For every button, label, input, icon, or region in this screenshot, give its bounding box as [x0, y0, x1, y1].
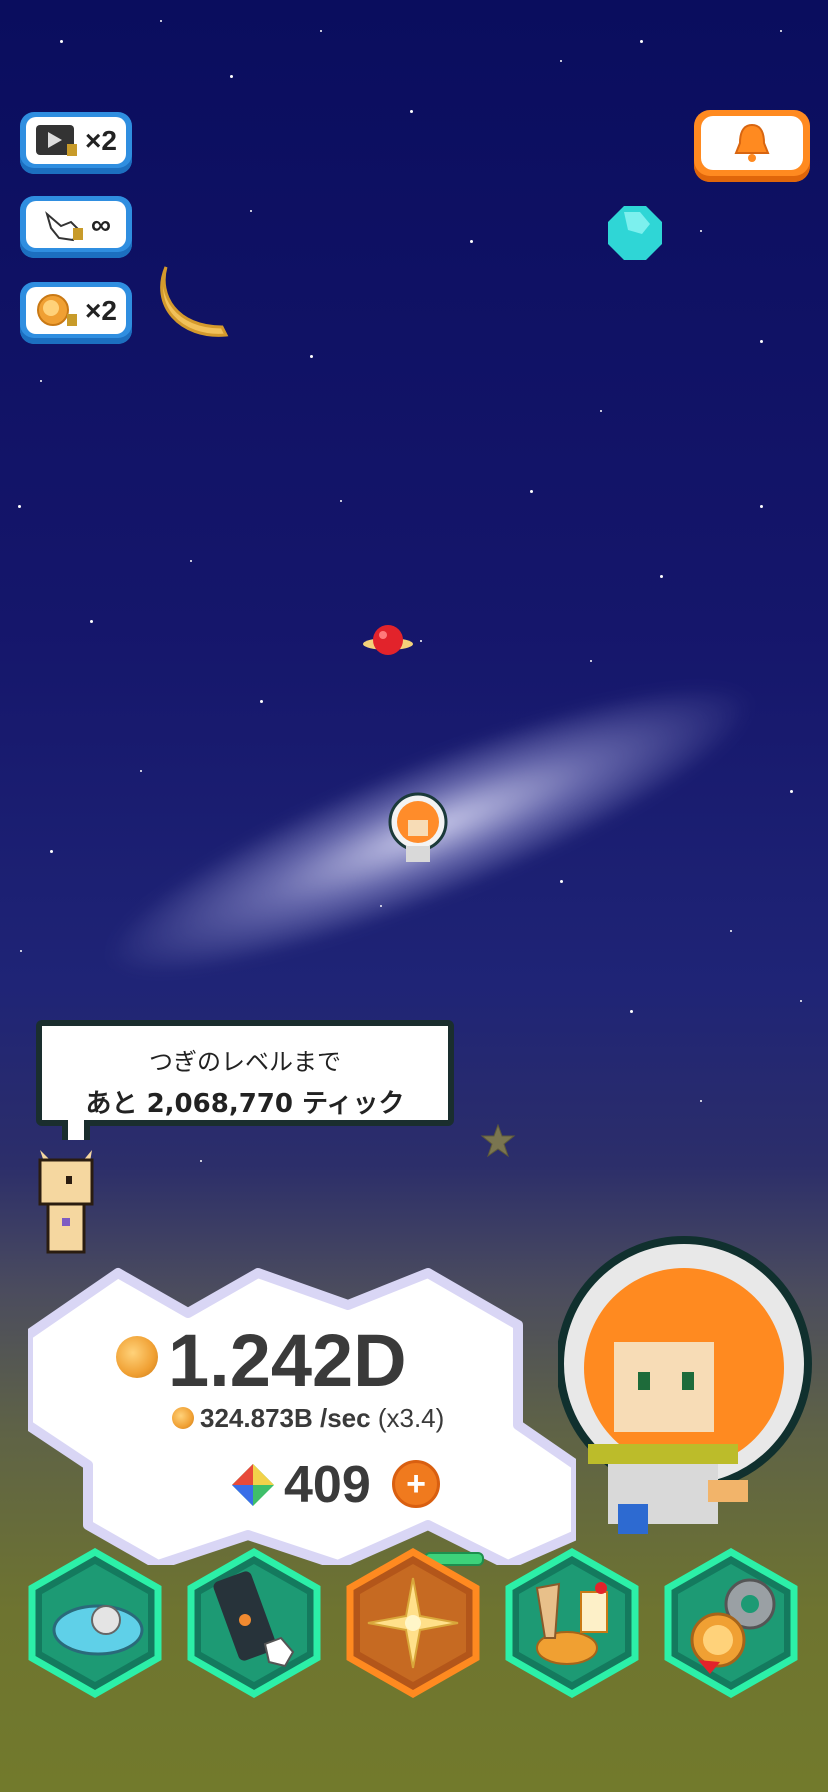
spaceship-icon [52, 1604, 144, 1656]
coin-small-icon [172, 1407, 194, 1429]
coin-boost-icon [35, 293, 79, 328]
bell-icon [734, 123, 770, 162]
video-ad-icon [35, 124, 79, 158]
coin-rate: 324.873B /sec (x3.4) [200, 1403, 444, 1434]
rainbow-gem-icon [232, 1464, 274, 1506]
boost-tap[interactable]: ∞ [20, 196, 132, 258]
notification-button[interactable] [694, 110, 810, 182]
boost-coin[interactable]: ×2 [20, 282, 132, 344]
boost-coin-value: ×2 [85, 294, 117, 326]
boost-video-value: ×2 [85, 124, 117, 156]
nav-tap[interactable] [185, 1548, 323, 1698]
nav-star[interactable] [344, 1548, 482, 1698]
crystal-asteroid-icon [608, 206, 662, 260]
nav-ship[interactable] [26, 1548, 164, 1698]
cat-mascot-icon[interactable] [34, 1148, 104, 1260]
speech-line-2: あと 2,068,770 ティック [85, 1089, 405, 1119]
gem-count: 409 [284, 1456, 371, 1514]
coin-rate-multiplier: (x3.4) [377, 1403, 445, 1433]
speech-bubble: つぎのレベルまで あと 2,068,770 ティック [36, 1020, 454, 1140]
nav-food[interactable] [503, 1548, 641, 1698]
moon-icon [160, 266, 229, 337]
boost-tap-value: ∞ [91, 208, 111, 240]
coin-total: 1.242D [168, 1319, 407, 1402]
nav-settings[interactable] [662, 1548, 800, 1698]
red-planet-icon [363, 625, 413, 655]
speech-line-1: つぎのレベルまで [149, 1048, 341, 1076]
add-gems-button[interactable]: + [392, 1460, 440, 1508]
coin-rate-value: 324.873B /sec [200, 1403, 371, 1433]
tiny-astronaut-icon [388, 792, 448, 862]
tap-hand-icon [41, 208, 85, 242]
boost-video[interactable]: ×2 [20, 112, 132, 174]
coin-icon [116, 1336, 158, 1378]
star-icon [480, 1124, 516, 1158]
astronaut-character[interactable] [558, 1232, 814, 1540]
